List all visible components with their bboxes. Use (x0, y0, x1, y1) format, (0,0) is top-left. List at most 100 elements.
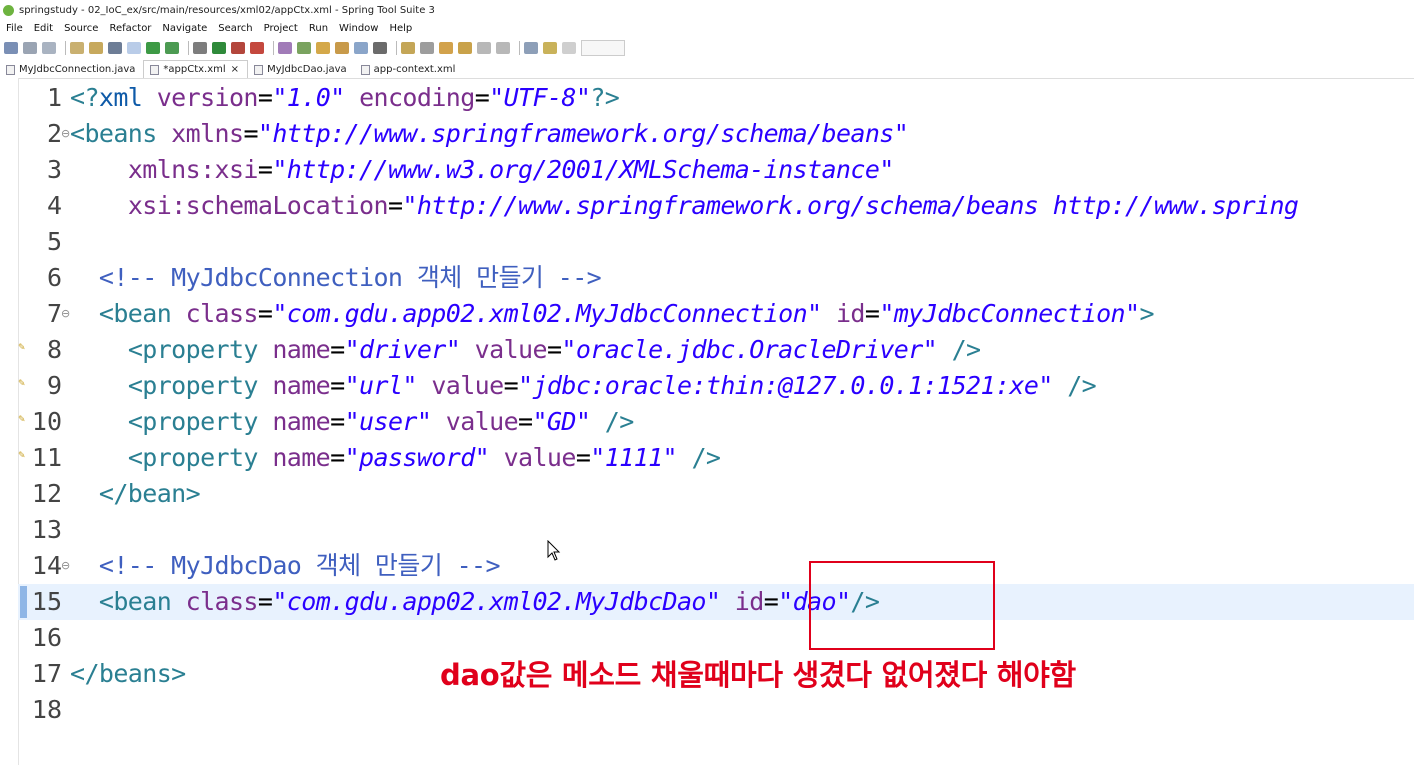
java-file-icon (254, 64, 264, 75)
open-perspective-icon[interactable] (524, 42, 538, 54)
line-number: 7 (46, 299, 62, 328)
code-text: <beans xmlns="http://www.springframework… (70, 119, 909, 148)
next-annotation-icon[interactable] (420, 42, 434, 54)
print-icon[interactable] (70, 42, 84, 54)
nav-back-icon[interactable] (477, 42, 491, 54)
grid-icon[interactable] (562, 42, 576, 54)
menu-window[interactable]: Window (333, 23, 383, 34)
save-all-icon[interactable] (42, 42, 56, 54)
line-number: 5 (46, 227, 62, 256)
menu-navigate[interactable]: Navigate (156, 23, 212, 34)
fold-collapse-icon[interactable]: ⊖ (61, 548, 70, 584)
code-text: <!-- MyJdbcConnection 객체 만들기 --> (98, 263, 602, 292)
title-bar: springstudy - 02_IoC_ex/src/main/resourc… (0, 0, 1414, 20)
editor-side-strip (0, 78, 18, 765)
line-number: 11 (31, 443, 62, 472)
menu-file[interactable]: File (0, 23, 28, 34)
code-text: xmlns:xsi="http://www.w3.org/2001/XMLSch… (127, 155, 895, 184)
globe-icon[interactable] (373, 42, 387, 54)
save-icon[interactable] (23, 42, 37, 54)
editor-tab-bar: MyJdbcConnection.java *appCtx.xml × MyJd… (0, 60, 1414, 79)
forward-icon[interactable] (458, 42, 472, 54)
nav-forward-icon[interactable] (496, 42, 510, 54)
java-file-icon (6, 64, 15, 75)
line-number: 8 (46, 335, 62, 364)
menu-refactor[interactable]: Refactor (103, 23, 156, 34)
stop-icon[interactable] (231, 42, 245, 54)
new-icon[interactable] (4, 42, 18, 54)
annotation-highlight-box (809, 561, 995, 650)
code-line: ✎ 11 <property name="password" value="11… (18, 440, 1414, 476)
code-line: 3 xmlns:xsi="http://www.w3.org/2001/XMLS… (18, 152, 1414, 188)
line-number: 6 (46, 263, 62, 292)
line-number: 14 (31, 551, 62, 580)
toolbar-separator (396, 41, 397, 55)
fold-collapse-icon[interactable]: ⊖ (61, 116, 70, 152)
code-text: <bean class="com.gdu.app02.xml02.MyJdbcC… (98, 299, 1155, 328)
new-class-icon[interactable] (278, 42, 292, 54)
line-number: 15 (31, 587, 62, 616)
xml-file-icon (150, 64, 160, 75)
tab-myjdbcdao-java[interactable]: MyJdbcDao.java (248, 61, 355, 78)
code-line: 1 <?xml version="1.0" encoding="UTF-8"?> (18, 80, 1414, 116)
toolbar-separator (188, 41, 189, 55)
code-text: xsi:schemaLocation="http://www.springfra… (127, 191, 1299, 220)
code-line: 14 ⊖ <!-- MyJdbcDao 객체 만들기 --> (18, 548, 1414, 584)
code-line: 4 xsi:schemaLocation="http://www.springf… (18, 188, 1414, 224)
line-number: 3 (46, 155, 62, 184)
back-icon[interactable] (439, 42, 453, 54)
debug-icon[interactable] (193, 42, 207, 54)
run-icon[interactable] (212, 42, 226, 54)
code-line: 16 (18, 620, 1414, 656)
window-title: springstudy - 02_IoC_ex/src/main/resourc… (19, 4, 435, 16)
spring-icon[interactable] (146, 42, 160, 54)
xml-file-icon (360, 64, 370, 75)
code-line: 2 ⊖ <beans xmlns="http://www.springframe… (18, 116, 1414, 152)
code-text: <?xml version="1.0" encoding="UTF-8"?> (70, 83, 620, 112)
menu-run[interactable]: Run (303, 23, 333, 34)
spring-tool-suite-icon (3, 4, 14, 16)
code-text: <property name="url" value="jdbc:oracle:… (127, 371, 1097, 400)
line-number: 9 (46, 371, 62, 400)
new-package-icon[interactable] (297, 42, 311, 54)
build-icon[interactable] (89, 42, 103, 54)
line-number: 18 (31, 695, 62, 724)
open-folder-icon[interactable] (316, 42, 330, 54)
line-number: 16 (31, 623, 62, 652)
annotation-icon[interactable] (401, 42, 415, 54)
refresh-icon[interactable] (165, 42, 179, 54)
line-number: 17 (31, 659, 62, 688)
code-line: 5 (18, 224, 1414, 260)
terminal-icon[interactable] (108, 42, 122, 54)
menu-edit[interactable]: Edit (28, 23, 58, 34)
mouse-cursor-icon (547, 540, 561, 561)
toggle-mark-icon[interactable] (127, 42, 141, 54)
tab-appctx-xml[interactable]: *appCtx.xml × (143, 60, 249, 78)
tab-app-context-xml[interactable]: app-context.xml (355, 61, 464, 78)
quick-access-field[interactable] (581, 40, 625, 56)
line-number: 1 (46, 83, 62, 112)
code-text: </beans> (70, 659, 186, 688)
menu-search[interactable]: Search (212, 23, 257, 34)
toolbar-separator (65, 41, 66, 55)
code-line: ✎ 8 <property name="driver" value="oracl… (18, 332, 1414, 368)
code-line: 12 </bean> (18, 476, 1414, 512)
toolbar-separator (273, 41, 274, 55)
menu-source[interactable]: Source (58, 23, 103, 34)
line-number: 13 (31, 515, 62, 544)
search-icon[interactable] (354, 42, 368, 54)
menu-project[interactable]: Project (258, 23, 303, 34)
code-text: <bean class="com.gdu.app02.xml02.MyJdbcD… (98, 587, 880, 616)
line-number: 4 (46, 191, 62, 220)
code-text: </bean> (98, 479, 201, 508)
close-icon[interactable]: × (231, 64, 239, 75)
code-text: <property name="password" value="1111" /… (127, 443, 721, 472)
external-tools-icon[interactable] (250, 42, 264, 54)
fold-collapse-icon[interactable]: ⊖ (61, 296, 70, 332)
tab-label: app-context.xml (373, 64, 456, 75)
open-type-icon[interactable] (335, 42, 349, 54)
line-number: 2 (46, 119, 62, 148)
pin-icon[interactable] (543, 42, 557, 54)
tab-myjdbcconnection-java[interactable]: MyJdbcConnection.java (0, 61, 143, 78)
menu-help[interactable]: Help (383, 23, 417, 34)
